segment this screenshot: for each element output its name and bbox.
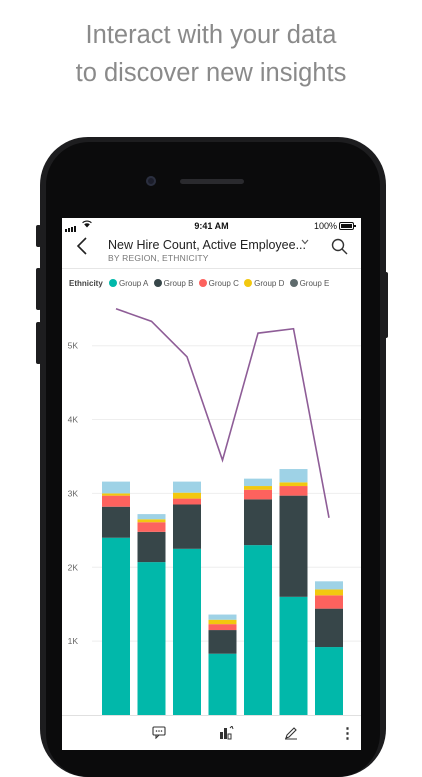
caret-down-icon[interactable] [301, 237, 309, 247]
status-bar: 9:41 AM 100% [62, 218, 361, 234]
report-title[interactable]: New Hire Count, Active Employee... [108, 238, 306, 252]
legend-item-group-e[interactable]: Group E [289, 279, 330, 288]
bar-segment[interactable] [102, 481, 130, 494]
legend-label: Group E [299, 279, 330, 288]
speaker-grille [180, 179, 244, 184]
bar-segment[interactable] [102, 495, 130, 507]
bar-segment[interactable] [137, 522, 166, 532]
legend-swatch [109, 279, 118, 287]
bar-segment[interactable] [208, 614, 237, 620]
camera-icon [146, 176, 156, 186]
bar-segment[interactable] [102, 537, 130, 715]
y-tick-label: 4K [68, 415, 79, 425]
headline-line-2: to discover new insights [75, 59, 347, 87]
legend-label: Group A [119, 279, 149, 288]
search-icon[interactable] [331, 238, 348, 255]
bar-segment[interactable] [137, 514, 166, 520]
legend-item-group-a[interactable]: Group A [109, 279, 148, 288]
insights-icon[interactable] [219, 725, 234, 743]
bar-segment[interactable] [315, 608, 343, 648]
bar-segment[interactable] [102, 506, 130, 538]
bar-segment[interactable] [173, 498, 201, 505]
legend-item-group-d[interactable]: Group D [244, 279, 284, 288]
bar-segment[interactable] [244, 489, 272, 500]
chevron-left-icon[interactable] [76, 236, 88, 260]
legend-item-group-c[interactable]: Group C [198, 279, 239, 288]
y-tick-label: 1K [68, 636, 79, 646]
bar-segment[interactable] [279, 596, 308, 715]
legend-swatch [244, 279, 253, 287]
bar-segment[interactable] [315, 581, 343, 590]
legend-title: Ethnicity [69, 279, 103, 288]
y-tick-label: 5K [68, 341, 79, 351]
legend-item-group-b[interactable]: Group B [153, 279, 194, 288]
bar-segment[interactable] [315, 589, 343, 596]
legend-swatch [153, 279, 162, 287]
bar-segment[interactable] [208, 653, 237, 715]
app-screen: 9:41 AM 100% New Hire Count, Active Empl… [62, 218, 361, 750]
bar-segment[interactable] [173, 481, 201, 493]
legend-label: Group C [208, 279, 239, 288]
bar-segment[interactable] [315, 647, 343, 715]
bar-segment[interactable] [244, 478, 272, 487]
report-subtitle: BY REGION, ETHNICITY [108, 253, 209, 263]
bar-segment[interactable] [244, 499, 272, 546]
headline: Interact with your data to discover new … [0, 16, 422, 92]
bar-segment[interactable] [102, 493, 130, 496]
bar-segment[interactable] [173, 504, 201, 549]
legend-label: Group D [254, 279, 285, 288]
stacked-column-chart[interactable]: 1K 2K 3K 4K 5K [62, 294, 361, 715]
legend-label: Group B [163, 279, 194, 288]
bar-segment[interactable] [244, 486, 272, 490]
bar-segment[interactable] [173, 492, 201, 499]
nav-bar: New Hire Count, Active Employee... BY RE… [62, 234, 361, 268]
bar-segment[interactable] [244, 545, 272, 715]
battery-icon [339, 222, 356, 230]
more-icon[interactable]: ⋮ [340, 724, 355, 742]
bar-segment[interactable] [208, 619, 237, 625]
bar-segment[interactable] [208, 630, 237, 654]
bar-segment[interactable] [279, 482, 308, 487]
legend-swatch [289, 279, 298, 287]
bar-segment[interactable] [137, 531, 166, 563]
headline-line-1: Interact with your data [85, 21, 337, 49]
legend-swatch [198, 279, 207, 287]
bar-segment[interactable] [279, 486, 308, 496]
bottom-toolbar: ⋮ [62, 715, 361, 750]
bar-segment[interactable] [137, 562, 166, 715]
bar-segment[interactable] [137, 519, 166, 523]
bar-segment[interactable] [279, 495, 308, 597]
bar-segment[interactable] [173, 548, 201, 715]
chart-legend: Ethnicity Group A Group B Group C Group … [69, 279, 332, 288]
y-tick-label: 2K [68, 562, 79, 572]
y-tick-label: 3K [68, 488, 79, 498]
bar-segment[interactable] [315, 595, 343, 609]
annotate-icon[interactable] [284, 726, 298, 743]
header-divider [62, 268, 361, 269]
bar-segment[interactable] [279, 469, 308, 483]
bar-segment[interactable] [208, 624, 237, 631]
battery-percent: 100% [313, 221, 337, 231]
comment-icon[interactable] [152, 726, 166, 742]
